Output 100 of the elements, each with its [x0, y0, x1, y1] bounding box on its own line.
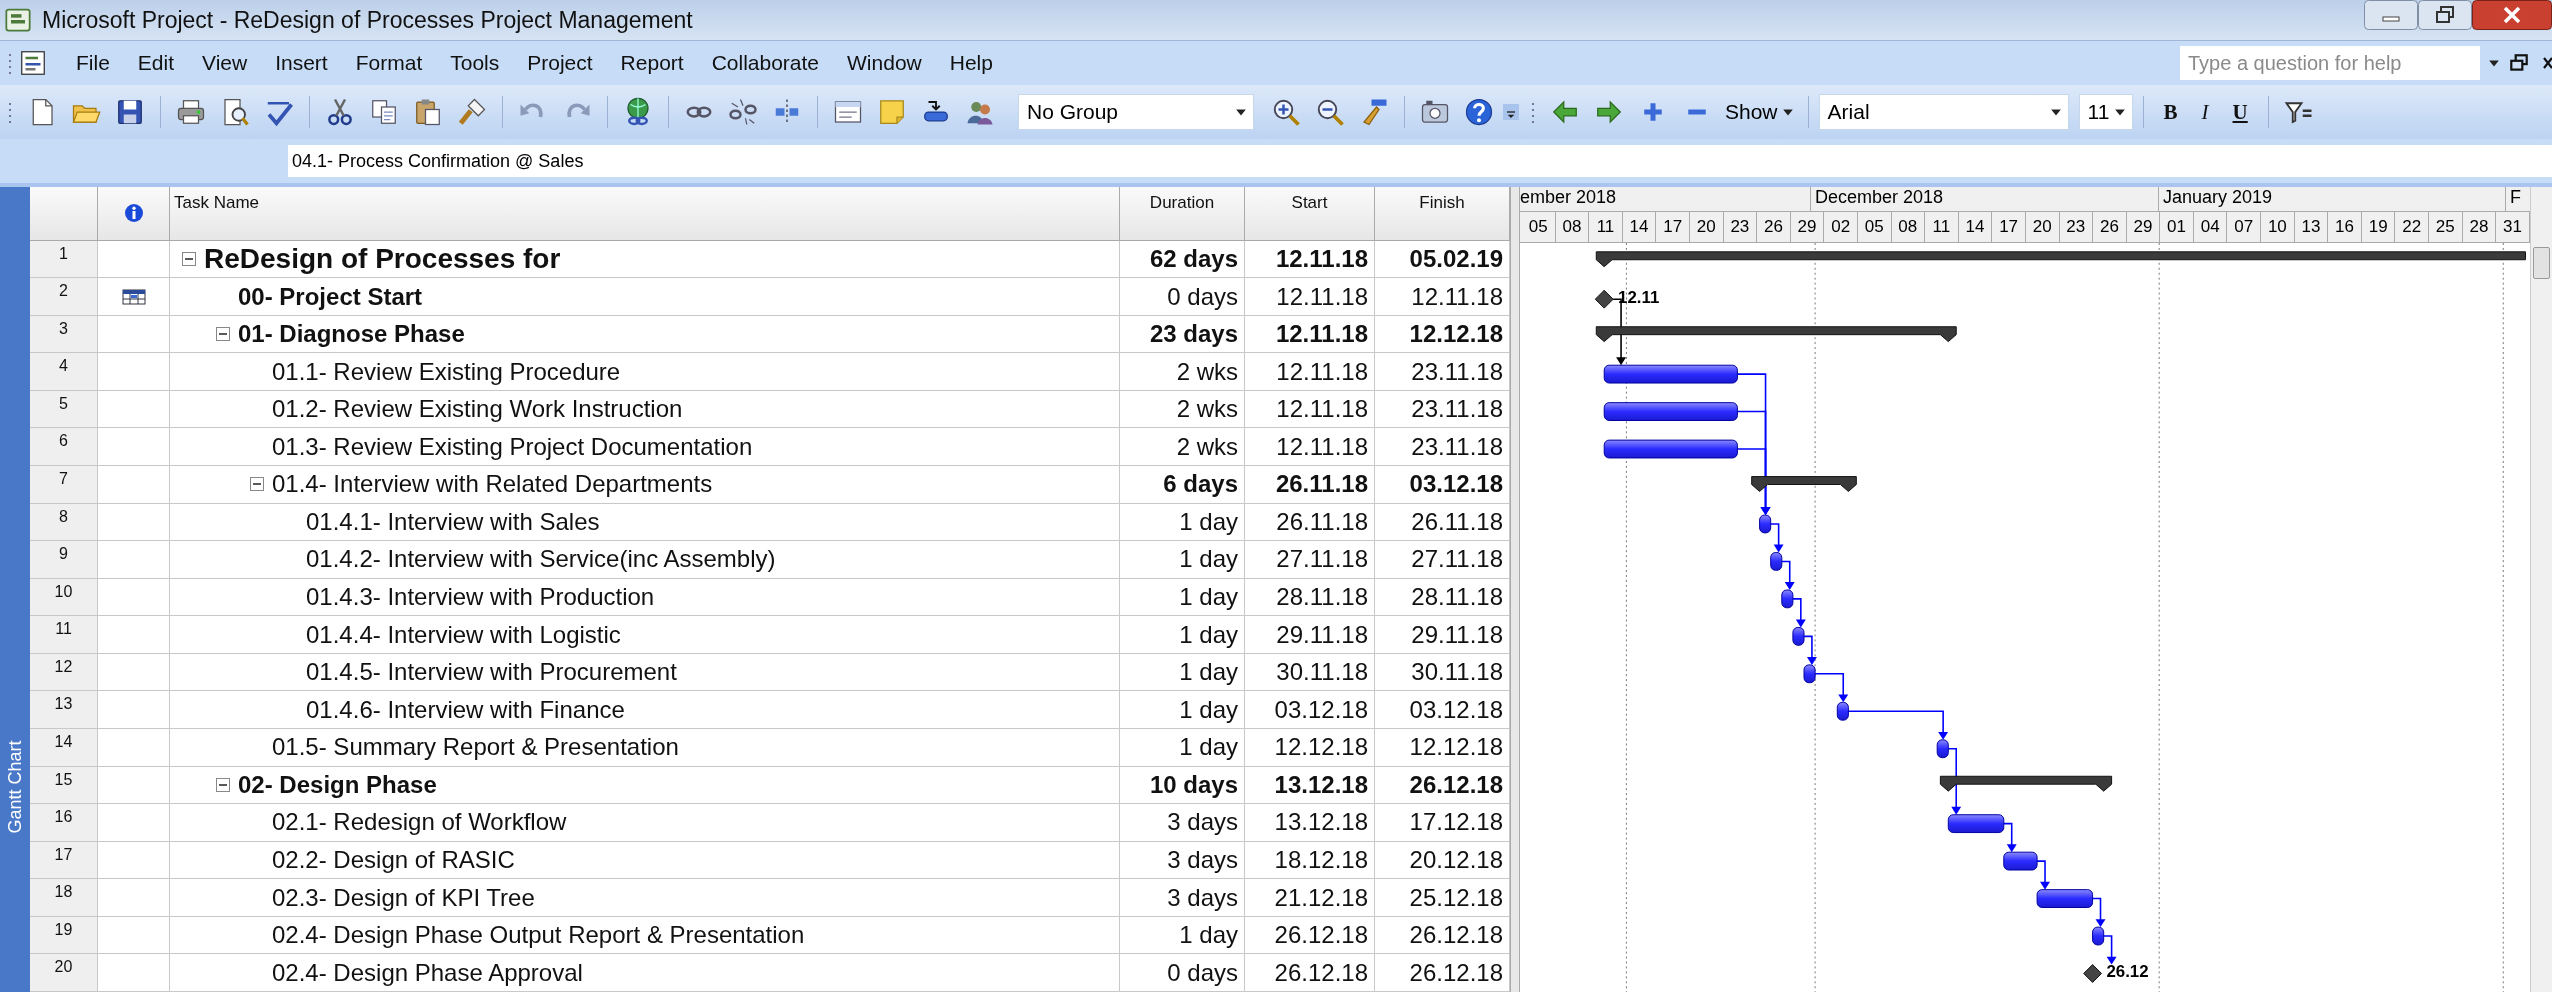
- summary-bar[interactable]: [1595, 326, 1957, 342]
- milestone-diamond[interactable]: [2083, 963, 2102, 983]
- collapse-toggle[interactable]: [182, 251, 196, 266]
- link-arrow: [2102, 935, 2117, 965]
- format-button[interactable]: I: [2191, 99, 2219, 125]
- show-button[interactable]: Show: [1721, 100, 1798, 124]
- day-label: 01: [2160, 211, 2194, 242]
- row-number[interactable]: 17: [30, 841, 98, 880]
- task-bar[interactable]: [1781, 589, 1794, 609]
- view-bar[interactable]: Gantt Chart: [0, 187, 30, 992]
- summary-bar[interactable]: [1939, 775, 2113, 792]
- collapse-toggle[interactable]: [216, 777, 230, 792]
- row-number[interactable]: 18: [30, 879, 98, 917]
- menu-item[interactable]: Format: [341, 51, 437, 75]
- print-icon[interactable]: [176, 97, 206, 127]
- duration-cell: 1 day: [1120, 503, 1245, 542]
- menu-item[interactable]: Report: [606, 51, 698, 75]
- project-document-icon[interactable]: [18, 48, 48, 78]
- entry-field[interactable]: 04.1- Process Confirmation @ Sales: [288, 145, 2552, 177]
- task-name: 01.2- Review Existing Work Instruction: [272, 395, 683, 424]
- restore-window-icon[interactable]: [2508, 52, 2530, 74]
- task-name: 01.4.1- Interview with Sales: [306, 507, 600, 536]
- task-bar[interactable]: [1770, 551, 1783, 571]
- row-number[interactable]: 12: [30, 653, 98, 692]
- column-header[interactable]: Start: [1245, 187, 1375, 241]
- task-name: 02.1- Redesign of Workflow: [272, 808, 567, 837]
- paste-icon[interactable]: [413, 97, 443, 127]
- unlink-icon[interactable]: [728, 97, 758, 127]
- menu-item[interactable]: File: [62, 51, 124, 75]
- start-cell: 18.12.18: [1245, 841, 1375, 880]
- help-icon[interactable]: [1464, 97, 1494, 127]
- cut-icon[interactable]: [325, 97, 355, 127]
- help-search-field[interactable]: Type a question for help: [2180, 46, 2480, 80]
- row-number[interactable]: 14: [30, 729, 98, 767]
- close-icon[interactable]: [2472, 0, 2552, 30]
- column-header[interactable]: Finish: [1375, 187, 1510, 241]
- menu-item[interactable]: Insert: [261, 51, 342, 75]
- vertical-scrollbar[interactable]: [2530, 187, 2552, 992]
- row-number[interactable]: 10: [30, 578, 98, 617]
- zoom-in-icon[interactable]: [1271, 97, 1301, 127]
- menu-item[interactable]: Tools: [436, 51, 514, 75]
- summary-bar[interactable]: [1595, 251, 2526, 267]
- task-bar[interactable]: [1603, 439, 1738, 459]
- font-size-dropdown[interactable]: 11: [2078, 94, 2133, 130]
- row-number[interactable]: 6: [30, 428, 98, 467]
- row-number[interactable]: 1: [30, 240, 98, 279]
- column-header[interactable]: Task Name: [170, 187, 1120, 241]
- row-number[interactable]: 11: [30, 616, 98, 654]
- task-bar[interactable]: [1792, 626, 1805, 646]
- task-bar[interactable]: [1936, 739, 1949, 758]
- day-label: 19: [2361, 211, 2396, 242]
- row-number[interactable]: 3: [30, 315, 98, 354]
- font-dropdown[interactable]: Arial: [1818, 94, 2069, 130]
- format-button[interactable]: B: [2153, 99, 2188, 125]
- task-bar[interactable]: [2092, 926, 2105, 946]
- day-label: 08: [1891, 211, 1926, 242]
- task-bar[interactable]: [1603, 364, 1738, 384]
- zoom-out-icon[interactable]: [1315, 97, 1345, 127]
- menu-item[interactable]: Help: [935, 51, 1007, 75]
- task-bar[interactable]: [1803, 664, 1816, 683]
- summary-bar[interactable]: [1751, 475, 1857, 492]
- menu-item[interactable]: Edit: [123, 51, 189, 75]
- group-dropdown[interactable]: No Group: [1018, 94, 1254, 130]
- milestone-diamond[interactable]: [1594, 289, 1614, 309]
- menu-item[interactable]: Window: [833, 51, 936, 75]
- row-number[interactable]: 7: [30, 466, 98, 504]
- format-button[interactable]: U: [2222, 99, 2258, 125]
- window-title: Microsoft Project - ReDesign of Processes Project Management: [42, 6, 693, 34]
- collapse-toggle[interactable]: [250, 477, 264, 492]
- task-bar[interactable]: [2036, 888, 2094, 908]
- save-icon[interactable]: [115, 97, 145, 127]
- row-number[interactable]: 15: [30, 766, 98, 805]
- app-icon: [4, 6, 32, 34]
- day-label: 20: [1689, 211, 1724, 242]
- row-number[interactable]: 16: [30, 804, 98, 842]
- collapse-toggle[interactable]: [216, 327, 230, 342]
- menu-item[interactable]: Project: [513, 51, 607, 75]
- start-cell: 30.11.18: [1245, 653, 1375, 692]
- task-name: 01.5- Summary Report & Presentation: [272, 733, 679, 762]
- row-number[interactable]: 13: [30, 691, 98, 729]
- row-number[interactable]: 20: [30, 954, 98, 992]
- row-number[interactable]: 4: [30, 353, 98, 391]
- format-painter-icon[interactable]: [457, 97, 487, 127]
- duration-cell: 1 day: [1120, 691, 1245, 729]
- menu-item[interactable]: View: [188, 51, 262, 75]
- column-header[interactable]: Duration: [1120, 187, 1245, 241]
- row-number[interactable]: 19: [30, 916, 98, 955]
- restore-icon[interactable]: [2418, 0, 2472, 30]
- task-bar[interactable]: [1759, 514, 1772, 534]
- task-bar[interactable]: [1603, 401, 1738, 421]
- copy-icon[interactable]: [369, 97, 399, 127]
- row-number[interactable]: 2: [30, 278, 98, 316]
- task-bar[interactable]: [1947, 814, 2005, 833]
- task-bar[interactable]: [1836, 701, 1849, 721]
- row-number[interactable]: 5: [30, 390, 98, 429]
- task-name: 01.4.2- Interview with Service(inc Assembly): [306, 545, 776, 574]
- task-bar[interactable]: [2003, 851, 2038, 871]
- menu-item[interactable]: Collaborate: [697, 51, 834, 75]
- row-number[interactable]: 9: [30, 541, 98, 579]
- row-number[interactable]: 8: [30, 503, 98, 542]
